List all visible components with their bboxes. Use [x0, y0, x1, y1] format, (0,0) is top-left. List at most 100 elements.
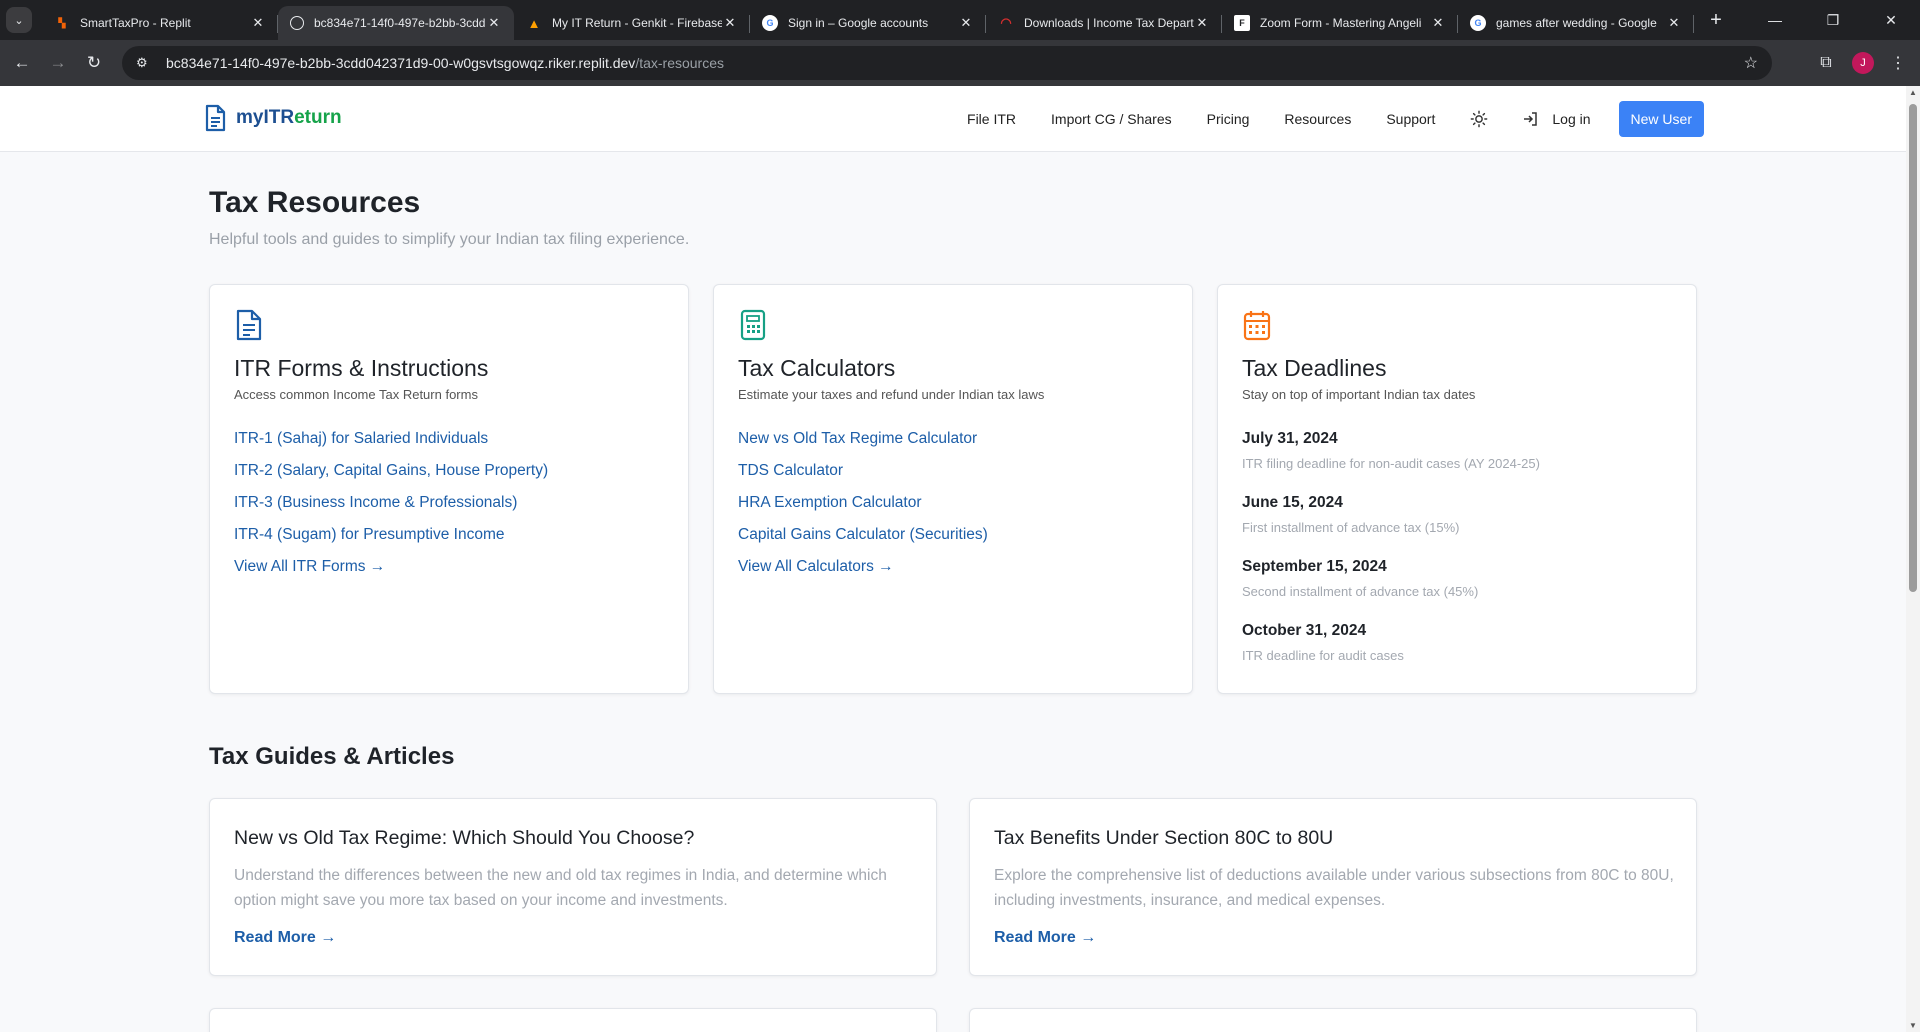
link-hra-calculator[interactable]: HRA Exemption Calculator: [738, 494, 988, 526]
google-icon: G: [1470, 15, 1486, 31]
site-header: myITReturn File ITR Import CG / Shares P…: [0, 86, 1906, 152]
article-excerpt: Explore the comprehensive list of deduct…: [994, 867, 1674, 909]
card-title: Tax Calculators: [738, 355, 896, 381]
bookmark-star-icon[interactable]: ☆: [1744, 53, 1758, 73]
card-description: Estimate your taxes and refund under Ind…: [738, 387, 1045, 402]
address-bar[interactable]: ⚙ bc834e71-14f0-497e-b2bb-3cdd042371d9-0…: [122, 46, 1772, 80]
deadline-text: First installment of advance tax (15%): [1242, 520, 1460, 535]
site-info-icon[interactable]: ⚙: [136, 55, 158, 71]
login-label: Log in: [1552, 111, 1591, 127]
globe-icon: [290, 16, 304, 30]
deadline-date: September 15, 2024: [1242, 558, 1387, 575]
itr-forms-card: ITR Forms & Instructions Access common I…: [209, 284, 689, 694]
deadline-date: June 15, 2024: [1242, 494, 1343, 511]
minimize-button[interactable]: —: [1746, 0, 1804, 40]
nav-import-cg[interactable]: Import CG / Shares: [1051, 111, 1172, 127]
tab-list: ▚ SmartTaxPro - Replit ✕ bc834e71-14f0-4…: [42, 0, 1730, 40]
arrow-right-icon: →: [49, 53, 67, 72]
close-icon[interactable]: ✕: [486, 15, 502, 31]
article-card: New vs Old Tax Regime: Which Should You …: [209, 798, 937, 976]
link-itr-3[interactable]: ITR-3 (Business Income & Professionals): [234, 494, 548, 526]
tab-search-button[interactable]: ⌄: [6, 7, 32, 33]
url-host: bc834e71-14f0-497e-b2bb-3cdd042371d9-00-…: [166, 55, 636, 71]
login-link[interactable]: Log in: [1522, 111, 1591, 127]
nav-pricing[interactable]: Pricing: [1207, 111, 1250, 127]
deadline-item: June 15, 2024 First installment of advan…: [1242, 494, 1540, 558]
close-icon[interactable]: ✕: [722, 15, 738, 31]
close-icon[interactable]: ✕: [250, 15, 266, 31]
google-icon: G: [762, 15, 778, 31]
menu-dots-icon[interactable]: ⋮: [1886, 53, 1910, 73]
logo-text: myITReturn: [236, 107, 342, 129]
tax-calculators-card: Tax Calculators Estimate your taxes and …: [713, 284, 1193, 694]
article-title[interactable]: Tax Benefits Under Section 80C to 80U: [994, 827, 1333, 850]
tab-title: My IT Return - Genkit - Firebase: [552, 16, 722, 30]
link-regime-calculator[interactable]: New vs Old Tax Regime Calculator: [738, 430, 988, 462]
sun-icon[interactable]: [1470, 110, 1488, 128]
browser-tab-active[interactable]: bc834e71-14f0-497e-b2bb-3cdd ✕: [278, 6, 514, 40]
profile-avatar[interactable]: J: [1852, 52, 1874, 74]
tab-title: Zoom Form - Mastering Angeli: [1260, 16, 1422, 30]
read-more-link[interactable]: Read More →: [234, 929, 336, 947]
nav-resources[interactable]: Resources: [1284, 111, 1351, 127]
close-icon[interactable]: ✕: [1666, 15, 1682, 31]
page-scrollbar[interactable]: ▲ ▼: [1906, 86, 1920, 1032]
close-window-button[interactable]: ✕: [1862, 0, 1920, 40]
close-icon[interactable]: ✕: [1430, 15, 1446, 31]
forward-button[interactable]: →: [40, 45, 76, 81]
browser-tab[interactable]: G games after wedding - Google ✕: [1458, 6, 1694, 40]
itr-form-links: ITR-1 (Sahaj) for Salaried Individuals I…: [234, 430, 548, 590]
new-user-button[interactable]: New User: [1618, 101, 1704, 137]
back-button[interactable]: ←: [4, 45, 40, 81]
article-title[interactable]: New vs Old Tax Regime: Which Should You …: [234, 827, 694, 850]
tab-title: Downloads | Income Tax Depart: [1024, 16, 1194, 30]
extensions-icon[interactable]: ⧉: [1812, 54, 1840, 72]
reload-button[interactable]: ↻: [76, 45, 112, 81]
close-icon: ✕: [1885, 11, 1897, 28]
link-itr-1[interactable]: ITR-1 (Sahaj) for Salaried Individuals: [234, 430, 548, 462]
browser-tab[interactable]: ◠ Downloads | Income Tax Depart ✕: [986, 6, 1222, 40]
link-itr-2[interactable]: ITR-2 (Salary, Capital Gains, House Prop…: [234, 462, 548, 494]
url-text: bc834e71-14f0-497e-b2bb-3cdd042371d9-00-…: [166, 55, 724, 71]
section-title-guides: Tax Guides & Articles: [209, 743, 455, 770]
scroll-down-arrow-icon[interactable]: ▼: [1909, 1021, 1917, 1030]
close-icon[interactable]: ✕: [958, 15, 974, 31]
scroll-up-arrow-icon[interactable]: ▲: [1909, 88, 1917, 97]
deadline-list: July 31, 2024 ITR filing deadline for no…: [1242, 430, 1540, 686]
link-capital-gains-calculator[interactable]: Capital Gains Calculator (Securities): [738, 526, 988, 558]
link-view-all-forms[interactable]: View All ITR Forms →: [234, 558, 548, 590]
deadline-item: October 31, 2024 ITR deadline for audit …: [1242, 622, 1540, 686]
toolbar-right: ⧉ J ⋮: [1812, 46, 1910, 80]
link-tds-calculator[interactable]: TDS Calculator: [738, 462, 988, 494]
card-title: ITR Forms & Instructions: [234, 355, 489, 381]
deadline-item: September 15, 2024 Second installment of…: [1242, 558, 1540, 622]
link-view-all-calculators[interactable]: View All Calculators →: [738, 558, 988, 590]
browser-tab[interactable]: ▲ My IT Return - Genkit - Firebase ✕: [514, 6, 750, 40]
tab-title: bc834e71-14f0-497e-b2bb-3cdd: [314, 16, 486, 30]
document-icon: [205, 104, 226, 132]
card-title: Tax Deadlines: [1242, 355, 1387, 381]
browser-tab[interactable]: F Zoom Form - Mastering Angeli ✕: [1222, 6, 1458, 40]
tab-title: Sign in – Google accounts: [788, 16, 929, 30]
page-viewport: myITReturn File ITR Import CG / Shares P…: [0, 86, 1906, 1032]
close-icon[interactable]: ✕: [1194, 15, 1210, 31]
deadline-text: ITR filing deadline for non-audit cases …: [1242, 456, 1540, 471]
url-path: /tax-resources: [635, 55, 725, 71]
read-more-link[interactable]: Read More →: [994, 929, 1096, 947]
calendar-icon: [1243, 311, 1271, 341]
nav-file-itr[interactable]: File ITR: [967, 111, 1016, 127]
scrollbar-thumb[interactable]: [1909, 104, 1917, 592]
browser-tab[interactable]: G Sign in – Google accounts ✕: [750, 6, 986, 40]
tab-title: SmartTaxPro - Replit: [80, 16, 191, 30]
site-logo[interactable]: myITReturn: [204, 104, 342, 132]
deadline-date: October 31, 2024: [1242, 622, 1367, 639]
nav-support[interactable]: Support: [1386, 111, 1435, 127]
page-title: Tax Resources: [209, 186, 421, 219]
new-tab-button[interactable]: +: [1702, 9, 1730, 32]
browser-tab[interactable]: ▚ SmartTaxPro - Replit ✕: [42, 6, 278, 40]
deadline-text: ITR deadline for audit cases: [1242, 648, 1404, 663]
calculator-icon: [740, 309, 766, 341]
replit-icon: ▚: [58, 17, 66, 28]
restore-button[interactable]: ❐: [1804, 0, 1862, 40]
link-itr-4[interactable]: ITR-4 (Sugam) for Presumptive Income: [234, 526, 548, 558]
